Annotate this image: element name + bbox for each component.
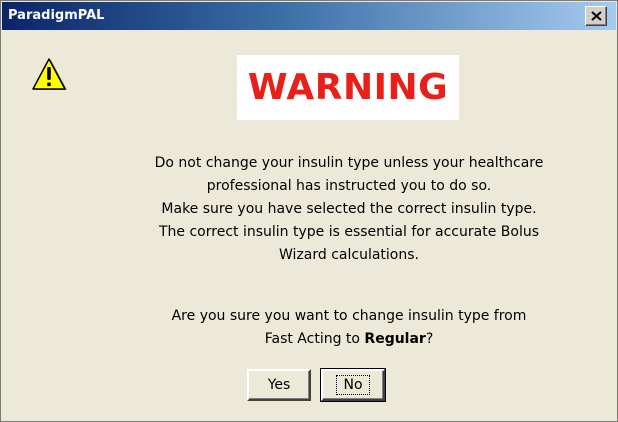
message-line: Wizard calculations.	[279, 247, 419, 263]
warning-heading: WARNING	[247, 67, 449, 108]
message-line: professional has instructed you to do so…	[206, 178, 492, 194]
no-button[interactable]: No	[320, 368, 386, 402]
dialog-window: ParadigmPAL WARNING Do not change your i…	[0, 0, 618, 422]
warning-message: Do not change your insulin type unless y…	[91, 152, 607, 267]
confirmation-question: Are you sure you want to change insulin …	[91, 305, 607, 351]
yes-button[interactable]: Yes	[247, 369, 311, 401]
message-line: Do not change your insulin type unless y…	[154, 155, 544, 171]
close-button[interactable]	[585, 6, 607, 26]
yes-button-label: Yes	[267, 377, 291, 393]
message-line: Make sure you have selected the correct …	[161, 201, 537, 217]
question-line-2: Fast Acting to Regular?	[91, 328, 607, 351]
message-line: The correct insulin type is essential fo…	[159, 224, 539, 240]
warning-triangle-icon	[32, 58, 67, 90]
question-prefix: Fast Acting to	[264, 331, 365, 347]
warning-banner: WARNING	[237, 55, 459, 120]
no-button-label: No	[336, 375, 370, 395]
close-icon	[591, 11, 602, 21]
question-line-1: Are you sure you want to change insulin …	[171, 308, 527, 324]
window-title: ParadigmPAL	[8, 8, 105, 23]
question-suffix: ?	[425, 331, 434, 347]
insulin-type-new: Regular	[364, 331, 426, 347]
title-bar[interactable]: ParadigmPAL	[2, 2, 616, 30]
